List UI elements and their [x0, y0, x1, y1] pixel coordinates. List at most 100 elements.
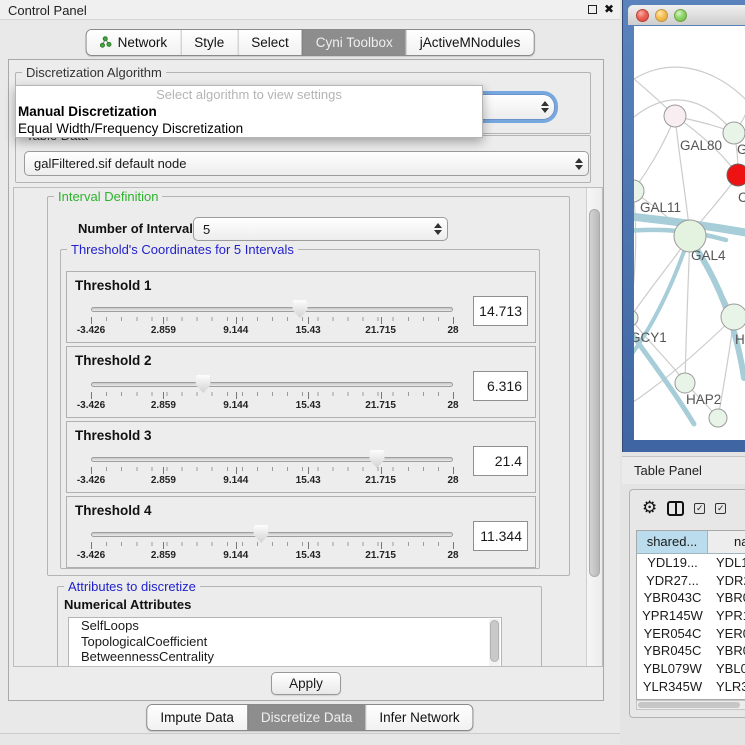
attributes-group: Attributes to discretize Numerical Attri…: [57, 586, 542, 667]
slider-track[interactable]: [91, 382, 453, 387]
slider-ticks: [91, 542, 453, 549]
threshold-4-value[interactable]: 11.344: [473, 521, 528, 551]
slider-tick-labels: -3.4262.8599.14415.4321.71528: [91, 325, 453, 337]
scrollbar-thumb[interactable]: [638, 702, 740, 708]
threshold-4-slider[interactable]: -3.4262.8599.14415.4321.71528: [91, 525, 453, 563]
tab-network[interactable]: Network: [87, 30, 181, 55]
table-panel-titlebar: Table Panel: [622, 456, 745, 484]
network-icon: [100, 36, 113, 49]
svg-text:H: H: [735, 332, 745, 347]
table-row[interactable]: YBR045CYBR0: [637, 642, 745, 660]
table-row[interactable]: YDL19...YDL1: [637, 554, 745, 572]
list-item[interactable]: BetweennessCentrality: [69, 649, 501, 665]
tab-cyni-toolbox[interactable]: Cyni Toolbox: [302, 30, 406, 55]
threshold-3-slider[interactable]: -3.4262.8599.14415.4321.71528: [91, 450, 453, 488]
slider-track[interactable]: [91, 532, 453, 537]
slider-track[interactable]: [91, 457, 453, 462]
spinner-arrows-icon: [536, 101, 554, 113]
columns-icon[interactable]: [667, 501, 684, 516]
table-row[interactable]: YER054CYER0: [637, 625, 745, 643]
num-intervals-label: Number of Intervals: [78, 221, 200, 236]
list-item[interactable]: TopologicalCoefficient: [69, 634, 501, 650]
threshold-1-value[interactable]: 14.713: [473, 296, 528, 326]
threshold-2-panel: Threshold 2 -3.4262.8599.14415.4321.7152…: [66, 346, 536, 418]
algorithm-dropdown: Select algorithm to view settings Manual…: [15, 85, 483, 138]
tab-infer-network[interactable]: Infer Network: [365, 705, 472, 730]
dropdown-hint: Select algorithm to view settings: [16, 86, 482, 103]
tab-select-label: Select: [251, 30, 289, 55]
slider-track[interactable]: [91, 307, 453, 312]
network-window-titlebar[interactable]: [628, 5, 745, 25]
threshold-1-panel: Threshold 1 -3.4262.8599.14415.4321.7152…: [66, 271, 536, 343]
table-row[interactable]: YLR345WYLR3: [637, 678, 745, 696]
close-button[interactable]: [636, 9, 649, 22]
threshold-4-label: Threshold 4: [75, 503, 152, 518]
node-gcy1[interactable]: [634, 310, 638, 326]
list-scrollbar[interactable]: [489, 619, 500, 667]
num-intervals-value: 5: [194, 222, 429, 237]
table-horizontal-scrollbar[interactable]: [636, 700, 745, 710]
zoom-button[interactable]: [674, 9, 687, 22]
node-hap2[interactable]: [675, 373, 695, 393]
table-data-group: Table Data galFiltered.sif default node: [15, 135, 591, 183]
num-intervals-combo[interactable]: 5: [193, 217, 448, 241]
checkbox-icon[interactable]: ✓: [694, 503, 705, 514]
node-ga[interactable]: [723, 122, 745, 144]
list-item[interactable]: SelfLoops: [69, 618, 501, 634]
slider-thumb[interactable]: [196, 375, 211, 393]
checkbox-icon[interactable]: ✓: [715, 503, 726, 514]
spinner-arrows-icon: [429, 223, 447, 235]
settings-scrollbar[interactable]: [586, 188, 601, 666]
slider-thumb[interactable]: [369, 450, 384, 468]
node-gal80[interactable]: [664, 105, 686, 127]
thresholds-group: Threshold's Coordinates for 5 Intervals …: [60, 249, 540, 569]
table-row[interactable]: YBR043CYBR0: [637, 589, 745, 607]
network-window: GAL80 GA C GAL11 GAL4 GCY1 H HAP2: [622, 0, 745, 452]
threshold-3-value[interactable]: 21.4: [473, 446, 528, 476]
network-canvas[interactable]: GAL80 GA C GAL11 GAL4 GCY1 H HAP2: [634, 26, 745, 440]
threshold-2-slider[interactable]: -3.4262.8599.14415.4321.71528: [91, 375, 453, 413]
interval-definition-title: Interval Definition: [54, 189, 162, 204]
table-data-combo[interactable]: galFiltered.sif default node: [24, 151, 589, 176]
control-panel-titlebar: Control Panel ✖: [0, 0, 620, 20]
slider-tick-labels: -3.4262.8599.14415.4321.71528: [91, 475, 453, 487]
slider-thumb[interactable]: [292, 300, 307, 318]
tab-select[interactable]: Select: [237, 30, 302, 55]
tab-discretize-data[interactable]: Discretize Data: [247, 705, 366, 730]
slider-thumb[interactable]: [254, 525, 269, 543]
panel-title: Control Panel: [8, 3, 87, 18]
float-window-icon[interactable]: [588, 5, 597, 14]
column-header-name[interactable]: name: [708, 531, 745, 553]
panel-footer: [0, 733, 620, 745]
scrollbar-thumb[interactable]: [589, 209, 600, 577]
apply-button[interactable]: Apply: [271, 672, 341, 695]
tab-impute-data[interactable]: Impute Data: [147, 705, 247, 730]
dropdown-option-equal-width[interactable]: Equal Width/Frequency Discretization: [16, 120, 482, 137]
threshold-2-value[interactable]: 6.316: [473, 371, 528, 401]
svg-text:HAP2: HAP2: [686, 392, 721, 407]
tab-style[interactable]: Style: [180, 30, 237, 55]
table-row[interactable]: YBL079WYBL0: [637, 660, 745, 678]
gear-icon[interactable]: ⚙: [642, 498, 657, 518]
dropdown-option-manual[interactable]: Manual Discretization: [16, 103, 482, 120]
network-nodes: [634, 105, 745, 427]
svg-text:GCY1: GCY1: [634, 330, 667, 345]
table-row[interactable]: YDR27...YDR2: [637, 572, 745, 590]
svg-text:GAL4: GAL4: [691, 248, 726, 263]
table-row[interactable]: YPR145WYPR1: [637, 607, 745, 625]
node-h[interactable]: [721, 304, 745, 330]
close-panel-icon[interactable]: ✖: [604, 3, 614, 15]
node-partial[interactable]: [709, 409, 727, 427]
minimize-button[interactable]: [655, 9, 668, 22]
threshold-2-label: Threshold 2: [75, 353, 152, 368]
column-header-shared-name[interactable]: shared...: [637, 531, 708, 553]
spinner-arrows-icon: [570, 158, 588, 170]
node-table: shared... name YDL19...YDL1 YDR27...YDR2…: [636, 530, 745, 700]
threshold-1-label: Threshold 1: [75, 278, 152, 293]
tab-jactivemnodules[interactable]: jActiveMNodules: [406, 30, 534, 55]
node-highlighted[interactable]: [727, 164, 745, 186]
node-gal11[interactable]: [634, 180, 644, 202]
tab-network-label: Network: [118, 30, 168, 55]
threshold-1-slider[interactable]: -3.4262.8599.14415.4321.71528: [91, 300, 453, 338]
tab-style-label: Style: [194, 30, 224, 55]
